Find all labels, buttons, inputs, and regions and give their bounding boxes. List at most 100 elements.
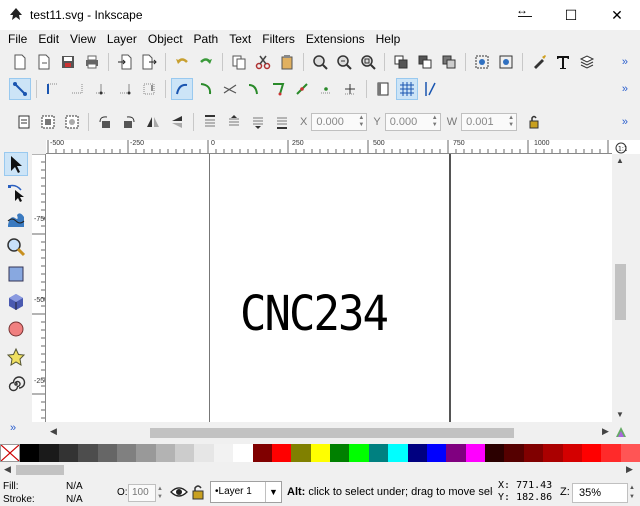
menu-object[interactable]: Object bbox=[144, 32, 187, 46]
scroll-right-arrow-icon[interactable]: ▶ bbox=[602, 426, 609, 437]
snap-rotation-center-button[interactable] bbox=[339, 78, 361, 100]
copy-button[interactable] bbox=[228, 51, 250, 73]
duplicate-button[interactable] bbox=[390, 51, 412, 73]
vertical-scrollbar[interactable]: ▲ ▼ bbox=[612, 154, 629, 422]
horizontal-ruler[interactable]: -500 -250 0 250 500 750 1000 bbox=[46, 140, 612, 154]
lower-to-bottom-button[interactable] bbox=[271, 111, 293, 133]
zoom-tool[interactable] bbox=[4, 235, 28, 259]
save-button[interactable] bbox=[57, 51, 79, 73]
menu-file[interactable]: File bbox=[4, 32, 31, 46]
fill-stroke-button[interactable] bbox=[528, 51, 550, 73]
color-swatch[interactable] bbox=[562, 444, 582, 462]
zoom-reset-icon[interactable]: 1:1 bbox=[615, 142, 627, 154]
x-input[interactable]: 0.000 ▲ ▼ bbox=[311, 113, 368, 131]
close-button[interactable]: ✕ bbox=[594, 0, 640, 30]
rotate-ccw-button[interactable] bbox=[94, 111, 116, 133]
tweak-tool[interactable] bbox=[4, 207, 28, 231]
zoom-page-button[interactable] bbox=[357, 51, 379, 73]
color-managed-view-icon[interactable] bbox=[614, 425, 628, 439]
snap-object-midpoints-button[interactable] bbox=[315, 78, 337, 100]
color-swatch[interactable] bbox=[213, 444, 234, 462]
opacity-spinner-arrows[interactable]: ▲ ▼ bbox=[157, 485, 165, 501]
color-swatch[interactable] bbox=[446, 444, 466, 462]
color-swatch[interactable] bbox=[194, 444, 214, 462]
redo-button[interactable] bbox=[195, 51, 217, 73]
w-input[interactable]: 0.001 ▲ ▼ bbox=[461, 113, 518, 131]
color-swatch[interactable] bbox=[601, 444, 621, 462]
color-swatch[interactable] bbox=[233, 444, 253, 462]
color-swatch[interactable] bbox=[330, 444, 350, 462]
undo-button[interactable] bbox=[171, 51, 193, 73]
canvas-text-object[interactable]: CNC234 bbox=[240, 286, 389, 342]
menu-path[interactable]: Path bbox=[190, 32, 223, 46]
snap-bbox-corner-button[interactable] bbox=[90, 78, 112, 100]
snap-grid-button[interactable] bbox=[396, 78, 418, 100]
zoom-spinner-arrows[interactable]: ▲ ▼ bbox=[629, 484, 637, 502]
snap-line-midpoints-button[interactable] bbox=[291, 78, 313, 100]
layer-lock-icon[interactable] bbox=[192, 484, 204, 500]
unlink-clone-button[interactable] bbox=[438, 51, 460, 73]
select-all-button[interactable] bbox=[13, 111, 35, 133]
color-swatch[interactable] bbox=[465, 444, 485, 462]
zoom-input[interactable]: 35% bbox=[572, 483, 628, 503]
print-button[interactable] bbox=[81, 51, 103, 73]
menu-edit[interactable]: Edit bbox=[34, 32, 63, 46]
flip-horizontal-button[interactable] bbox=[142, 111, 164, 133]
color-swatch[interactable] bbox=[543, 444, 563, 462]
scroll-up-arrow-icon[interactable]: ▲ bbox=[616, 156, 624, 165]
chevron-down-icon[interactable]: ▼ bbox=[265, 482, 281, 502]
fill-value[interactable]: N/A bbox=[66, 481, 83, 492]
rotate-cw-button[interactable] bbox=[118, 111, 140, 133]
color-swatch[interactable] bbox=[310, 444, 330, 462]
menu-text[interactable]: Text bbox=[225, 32, 255, 46]
stroke-value[interactable]: N/A bbox=[66, 494, 83, 505]
snap-bbox-midpoint-button[interactable] bbox=[114, 78, 136, 100]
selector-tool[interactable] bbox=[4, 152, 28, 176]
menu-layer[interactable]: Layer bbox=[103, 32, 141, 46]
horizontal-scrollbar[interactable]: ◀ ▶ bbox=[46, 424, 612, 441]
color-swatch[interactable] bbox=[155, 444, 175, 462]
snap-enable-button[interactable] bbox=[9, 78, 31, 100]
opacity-input[interactable]: 100 bbox=[128, 484, 156, 502]
snap-paths-button[interactable] bbox=[195, 78, 217, 100]
drawing-canvas[interactable]: CNC234 bbox=[46, 154, 612, 422]
3d-box-tool[interactable] bbox=[4, 290, 28, 314]
color-swatch[interactable] bbox=[426, 444, 447, 462]
current-layer-select[interactable]: •Layer 1 ▼ bbox=[210, 481, 282, 503]
color-swatch[interactable] bbox=[78, 444, 98, 462]
flip-vertical-button[interactable] bbox=[166, 111, 188, 133]
color-swatch[interactable] bbox=[620, 444, 640, 462]
snap-bbox-edge-button[interactable] bbox=[66, 78, 88, 100]
snap-page-border-button[interactable] bbox=[372, 78, 394, 100]
rectangle-tool[interactable] bbox=[4, 262, 28, 286]
minimize-button[interactable]: — bbox=[502, 0, 548, 30]
color-swatch[interactable] bbox=[504, 444, 524, 462]
spiral-tool[interactable] bbox=[4, 372, 28, 396]
lower-button[interactable] bbox=[247, 111, 269, 133]
maximize-button[interactable]: ☐ bbox=[548, 0, 594, 30]
raise-to-top-button[interactable] bbox=[199, 111, 221, 133]
vertical-ruler[interactable]: -750 -500 -250 bbox=[32, 154, 46, 422]
no-paint-swatch[interactable] bbox=[0, 444, 20, 462]
y-spinner-arrows[interactable]: ▲ ▼ bbox=[430, 114, 440, 130]
layers-button[interactable] bbox=[576, 51, 598, 73]
new-document-button[interactable] bbox=[9, 51, 31, 73]
color-swatch[interactable] bbox=[271, 444, 292, 462]
color-swatch[interactable] bbox=[523, 444, 544, 462]
color-swatch[interactable] bbox=[58, 444, 79, 462]
x-spinner-arrows[interactable]: ▲ ▼ bbox=[356, 114, 366, 130]
vertical-scroll-thumb[interactable] bbox=[615, 264, 626, 320]
palette-scroll-thumb[interactable] bbox=[16, 465, 64, 475]
color-swatch[interactable] bbox=[407, 444, 427, 462]
color-swatch[interactable] bbox=[252, 444, 272, 462]
eye-visibility-icon[interactable] bbox=[170, 485, 188, 499]
menu-extensions[interactable]: Extensions bbox=[302, 32, 369, 46]
color-swatch[interactable] bbox=[136, 444, 156, 462]
zoom-selection-button[interactable] bbox=[309, 51, 331, 73]
more-tools-toggle[interactable]: » bbox=[10, 422, 16, 434]
palette-scrollbar[interactable]: ◀ ▶ bbox=[0, 463, 640, 477]
raise-button[interactable] bbox=[223, 111, 245, 133]
y-input[interactable]: 0.000 ▲ ▼ bbox=[384, 113, 441, 131]
color-swatch[interactable] bbox=[39, 444, 59, 462]
snap-smooth-nodes-button[interactable] bbox=[267, 78, 289, 100]
